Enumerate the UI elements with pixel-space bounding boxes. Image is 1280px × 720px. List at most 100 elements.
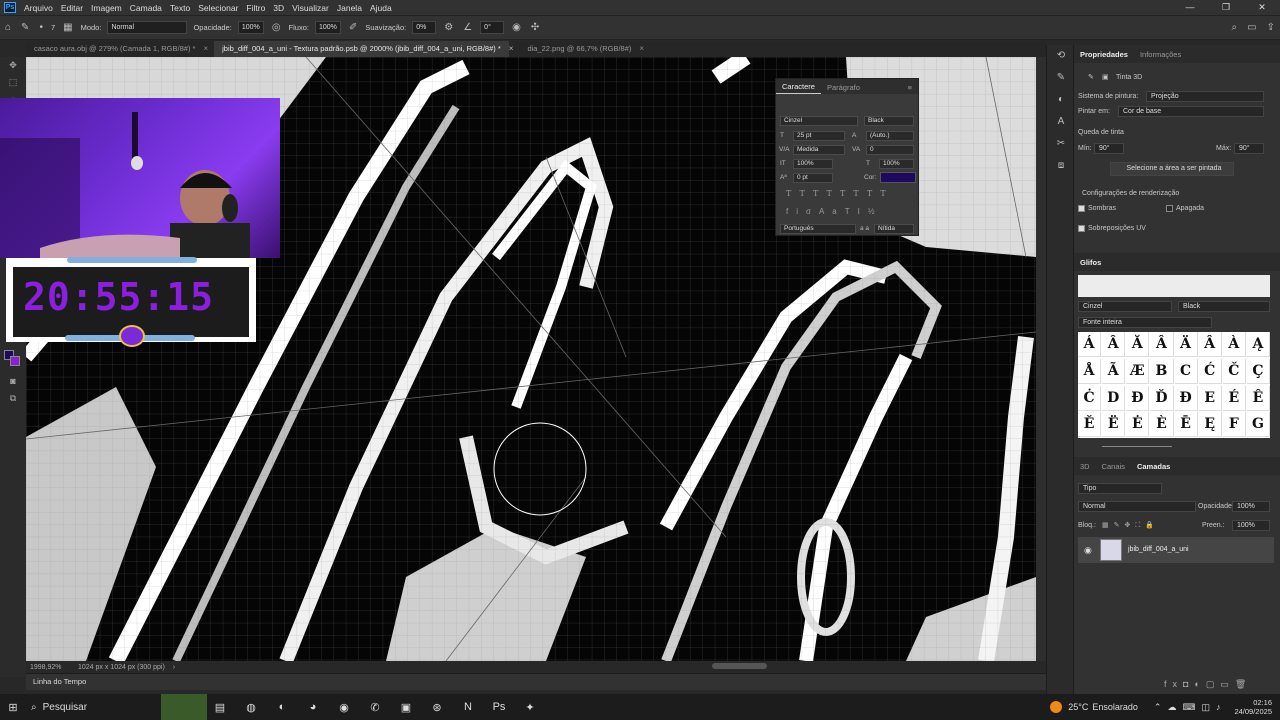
glyph-cell[interactable]: Â [1198, 332, 1222, 357]
home-icon[interactable]: ⌂ [5, 22, 11, 33]
glyph-cell[interactable]: Ë [1102, 412, 1126, 438]
taskbar-search[interactable]: ⌕ Pesquisar [31, 694, 161, 720]
weather-temp[interactable]: 25°C [1068, 702, 1088, 712]
glyph-cell[interactable]: Ė [1126, 412, 1150, 438]
mode-select[interactable]: Normal [107, 21, 188, 34]
layer-opacity-field[interactable]: 100% [1232, 501, 1270, 512]
glyph-cell[interactable]: Æ [1126, 358, 1150, 384]
glyph-cell[interactable]: Ċ [1078, 385, 1102, 411]
history-icon[interactable]: ⟲ [1047, 45, 1075, 67]
tools-icon[interactable]: ✂ [1047, 133, 1075, 155]
tab-character[interactable]: Caractere [776, 80, 821, 94]
brush-settings-icon[interactable]: ✎ [1047, 67, 1075, 89]
font-size-field[interactable]: 25 pt [793, 131, 845, 141]
language-select[interactable]: Português [780, 224, 856, 234]
glyph-cell[interactable]: È [1150, 412, 1174, 438]
horizontal-scroll-thumb[interactable] [712, 663, 767, 669]
brush-tool-icon[interactable]: ✎ [21, 22, 29, 33]
3d-icon[interactable]: ⧈ [1047, 155, 1075, 177]
app-icon-red[interactable]: ✦ [517, 694, 543, 720]
glyph-cell[interactable]: Đ [1126, 385, 1150, 411]
baseline-field[interactable]: 0 pt [793, 173, 833, 183]
glyph-cell[interactable]: Ä [1174, 332, 1198, 357]
glyph-size-slider[interactable] [1078, 443, 1270, 451]
tab-glyphs[interactable]: Glifos [1074, 258, 1107, 267]
close-icon[interactable]: ✕ [1244, 0, 1280, 15]
menu-help[interactable]: Ajuda [366, 3, 396, 13]
pressure-size-icon[interactable]: ◉ [512, 22, 521, 33]
spotify-icon[interactable]: ◉ [331, 694, 357, 720]
workspace-icon[interactable]: ▭ [1247, 22, 1256, 33]
screen-mode-icon[interactable]: ⧉ [0, 390, 26, 407]
adjustments-icon[interactable]: ◐ [1047, 89, 1075, 111]
text-color-swatch[interactable] [880, 172, 916, 183]
tab-close-icon[interactable]: × [639, 41, 644, 57]
uv-overlays-checkbox[interactable] [1078, 225, 1085, 232]
fill-field[interactable]: 100% [1232, 520, 1270, 531]
timeline-label[interactable]: Linha do Tempo [33, 677, 86, 686]
blend-mode-select[interactable]: Normal [1078, 501, 1196, 512]
glyph-cell[interactable]: Â [1150, 332, 1174, 357]
glyph-cell[interactable]: Ę [1198, 412, 1222, 438]
menu-edit[interactable]: Editar [57, 3, 87, 13]
glyph-cell[interactable]: Á [1078, 332, 1102, 357]
airbrush-icon[interactable]: ✐ [349, 22, 357, 33]
opentype-buttons[interactable]: fiσAaTI½ [786, 207, 883, 216]
glyph-cell[interactable]: Â [1102, 332, 1126, 357]
angle-icon[interactable]: ∠ [463, 22, 472, 33]
edge-icon[interactable]: ◐ [269, 694, 295, 720]
min-field[interactable]: 90° [1094, 143, 1124, 154]
text-style-buttons[interactable]: TTTTTTTT [786, 189, 894, 198]
leading-field[interactable]: (Auto.) [866, 131, 914, 141]
glyph-cell[interactable]: D [1102, 385, 1126, 411]
glyph-cell[interactable]: À [1222, 332, 1246, 357]
photoshop-logo-icon[interactable]: Ps [4, 2, 16, 13]
tab-properties[interactable]: Propriedades [1074, 50, 1134, 59]
max-field[interactable]: 90° [1234, 143, 1264, 154]
weather-desc[interactable]: Ensolarado [1092, 702, 1138, 712]
obs-icon[interactable]: ⊛ [424, 694, 450, 720]
vertical-scale-field[interactable]: 100% [793, 159, 833, 169]
paint-system-select[interactable]: Projeção [1146, 91, 1264, 102]
whatsapp-icon[interactable]: ✆ [362, 694, 388, 720]
tab-close-icon[interactable]: × [509, 41, 514, 57]
flow-field[interactable]: 100% [314, 21, 341, 34]
menu-select[interactable]: Selecionar [194, 3, 242, 13]
font-style-select[interactable]: Black [864, 116, 914, 126]
menu-filter[interactable]: Filtro [242, 3, 269, 13]
file-explorer-icon[interactable]: ▤ [207, 694, 233, 720]
search-icon[interactable]: ⌕ [1232, 22, 1238, 33]
chrome-icon[interactable]: ◍ [238, 694, 264, 720]
lock-icons[interactable]: ▦✎✥⛶🔒 [1102, 521, 1159, 530]
tab-paragraph[interactable]: Parágrafo [821, 81, 866, 94]
character-icon[interactable]: A [1047, 111, 1075, 133]
status-arrow-icon[interactable]: › [173, 664, 175, 671]
glyph-cell[interactable]: C [1174, 358, 1198, 384]
vertical-scrollbar[interactable] [1036, 57, 1046, 661]
tab-info[interactable]: Informações [1134, 50, 1187, 59]
menu-file[interactable]: Arquivo [20, 3, 57, 13]
glyph-cell[interactable]: Ć [1198, 358, 1222, 384]
glyph-cell[interactable]: Ē [1174, 412, 1198, 438]
angle-field[interactable]: 0° [480, 21, 505, 34]
horizontal-scale-field[interactable]: 100% [879, 159, 914, 169]
notion-icon[interactable]: N [455, 694, 481, 720]
glyph-cell[interactable]: B [1150, 358, 1174, 384]
menu-window[interactable]: Janela [333, 3, 366, 13]
zoom-level[interactable]: 1998,92% [30, 664, 72, 671]
layer-action-icons[interactable]: fx◘◐▢▭🗑 [1164, 679, 1252, 690]
clock-date[interactable]: 02:16 24/09/2025 [1234, 698, 1272, 716]
tab-casaco-aura[interactable]: casaco aura.obj @ 279% (Camada 1, RGB/8#… [26, 41, 203, 57]
symmetry-icon[interactable]: ✣ [531, 22, 539, 33]
glyph-grid[interactable]: ÁÂĂÂÄÂÀĄÅÃÆBCĆČÇĊDĐĎÐEÉÊĚËĖÈĒĘFG [1078, 332, 1270, 438]
background-color-swatch[interactable] [10, 356, 20, 366]
visibility-eye-icon[interactable]: ◉ [1084, 545, 1092, 556]
pressure-opacity-icon[interactable]: ◎ [272, 22, 281, 33]
tracking-field[interactable]: 0 [866, 145, 914, 155]
tab-dia-22[interactable]: dia_22.png @ 66,7% (RGB/8#) [519, 41, 639, 57]
move-tool-icon[interactable]: ✥ [0, 57, 26, 74]
tab-channels[interactable]: Canais [1096, 462, 1131, 471]
glyph-cell[interactable]: F [1222, 412, 1246, 438]
system-tray-icons[interactable]: ⌃☁⌨◫♪ [1154, 702, 1227, 713]
recent-glyphs[interactable] [1078, 275, 1270, 297]
